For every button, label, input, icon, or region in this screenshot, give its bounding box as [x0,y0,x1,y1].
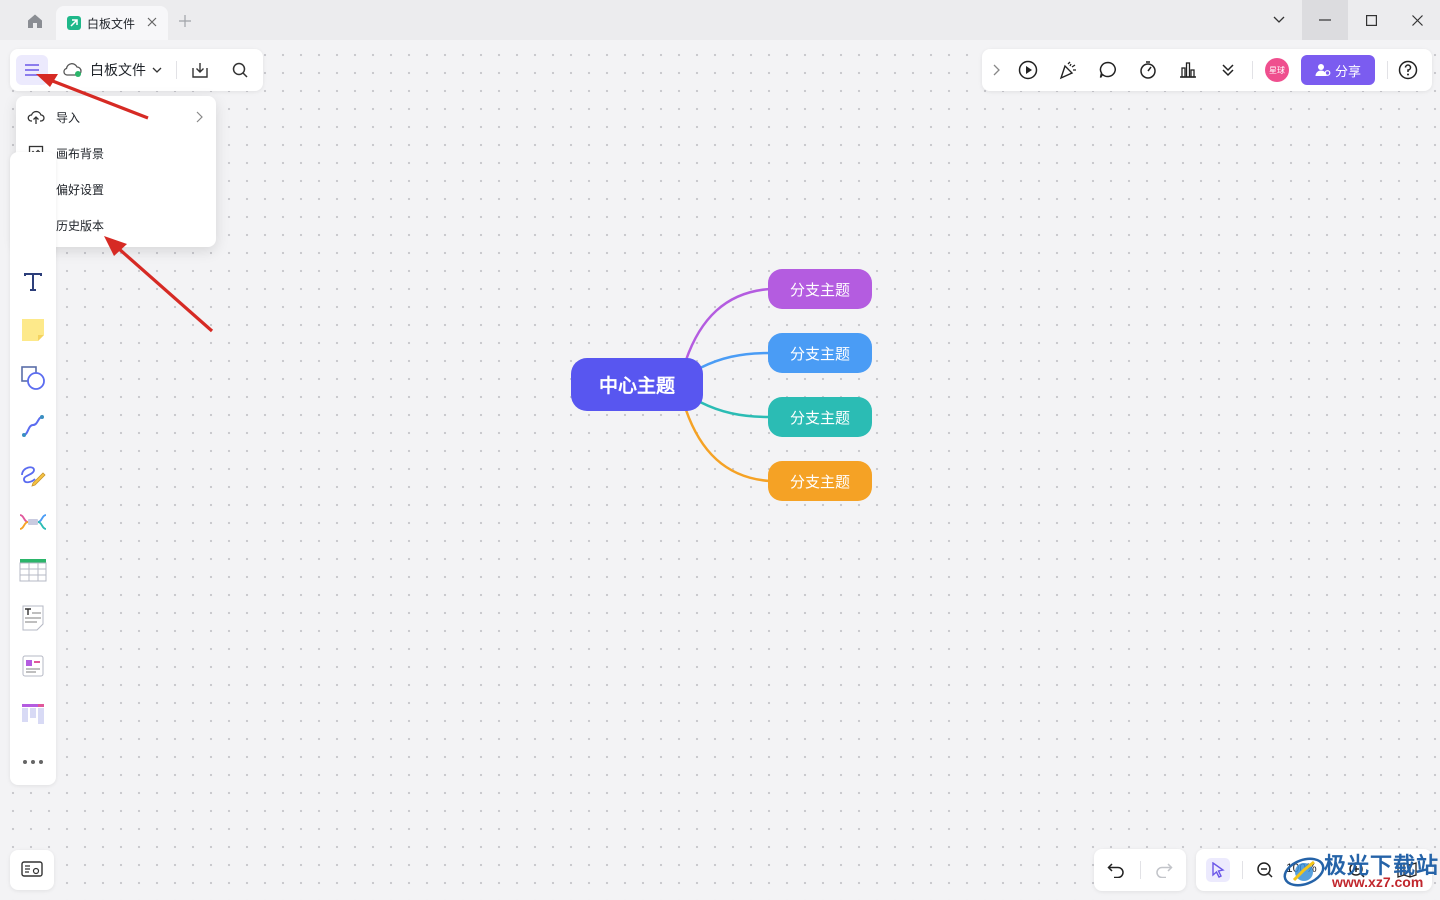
play-icon[interactable] [1016,58,1040,82]
shape-icon[interactable] [17,362,49,394]
watermark: 极光下载站 www.xz7.com [1270,846,1440,896]
connector-line [699,351,771,370]
watermark-logo [1283,857,1325,887]
avatar[interactable]: 星球 [1265,58,1289,82]
menu-item-label: 导入 [56,110,81,125]
sticky-note-icon[interactable] [17,314,49,346]
divider [1252,61,1253,79]
search-icon[interactable] [228,59,252,81]
download-icon[interactable] [188,59,212,81]
file-toolbar: 白板文件 [10,49,263,91]
card-icon[interactable] [17,650,49,682]
share-label: 分享 [1334,63,1361,79]
vote-icon[interactable] [1176,58,1200,82]
connector-line [684,287,771,361]
mind-map-branch-node[interactable]: 分支主题 [768,397,872,437]
select-tool-icon[interactable] [1206,858,1230,882]
menu-item-label: 偏好设置 [56,182,105,197]
file-name: 白板文件 [90,62,146,78]
connector-line [699,400,771,419]
celebrate-icon[interactable] [1056,58,1080,82]
double-chevron-down-icon[interactable] [1216,58,1240,82]
divider [1242,861,1243,879]
add-user-icon [1315,64,1331,76]
menu-button[interactable] [16,55,48,85]
mind-map-icon[interactable] [17,506,49,538]
share-button[interactable]: 分享 [1301,55,1375,85]
cloud-sync-icon [63,63,82,77]
kanban-icon[interactable] [17,698,49,730]
menu-item-import[interactable]: 导入 [16,100,216,134]
chevron-right-icon [192,110,206,124]
comment-icon[interactable] [1096,58,1120,82]
hamburger-icon [25,64,39,76]
chevron-right-icon[interactable] [988,61,1004,79]
undo-icon[interactable] [1104,859,1128,881]
cloud-upload-icon [26,107,46,127]
menu-item-label: 画布背景 [56,146,105,161]
mind-map-connectors [684,287,771,483]
divider [176,61,177,79]
connector-line [684,409,771,483]
redo-icon[interactable] [1152,859,1176,881]
watermark-url: www.xz7.com [1332,874,1424,890]
connector-icon[interactable] [17,410,49,442]
history-controls [1094,849,1186,891]
chevron-down-icon [152,67,162,73]
pen-icon[interactable] [17,458,49,490]
divider [1387,61,1388,79]
table-icon[interactable] [17,554,49,586]
mind-map-center-node[interactable]: 中心主题 [571,358,703,411]
minimap-icon [21,861,43,877]
mind-map-branch-node[interactable]: 分支主题 [768,461,872,501]
text-document-icon[interactable] [17,602,49,634]
mind-map-branch-node[interactable]: 分支主题 [768,269,872,309]
more-icon[interactable] [17,746,49,778]
text-tool-icon[interactable] [17,266,49,298]
menu-item-label: 历史版本 [56,218,105,233]
help-icon[interactable] [1396,58,1420,82]
collaboration-toolbar: 星球 分享 [982,49,1432,91]
minimap-button[interactable] [10,850,54,890]
divider [1140,861,1141,879]
timer-icon[interactable] [1136,58,1160,82]
file-selector[interactable]: 白板文件 [62,57,162,83]
left-tool-bar [10,152,56,785]
mind-map-branch-node[interactable]: 分支主题 [768,333,872,373]
